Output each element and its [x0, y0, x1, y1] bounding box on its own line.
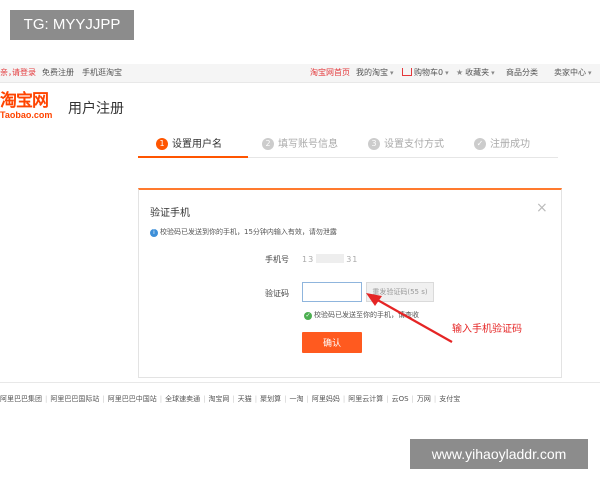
step-label: 注册成功 — [490, 139, 530, 150]
step-payment: 3 设置支付方式 — [368, 134, 444, 156]
step-account-info: 2 填写账号信息 — [262, 134, 338, 156]
cart-icon — [402, 68, 412, 76]
footer-separator: | — [284, 395, 287, 403]
step-set-username: 1 设置用户名 — [156, 134, 222, 156]
annotation-text: 输入手机验证码 — [452, 324, 522, 335]
info-icon: i — [150, 229, 158, 237]
cart-label: 购物车0 — [414, 68, 444, 77]
step-success: ✓ 注册成功 — [474, 134, 530, 156]
footer-separator: | — [411, 395, 414, 403]
footer-separator: | — [159, 395, 163, 403]
chevron-down-icon: ▾ — [491, 69, 495, 77]
categories-link[interactable]: 商品分类 — [506, 64, 538, 82]
login-link[interactable]: 请登录 — [12, 64, 36, 82]
footer-link[interactable]: 全球速卖通 — [165, 395, 200, 403]
chevron-down-icon: ▾ — [390, 69, 394, 77]
step-number: 3 — [368, 138, 380, 150]
watermark-bottom: www.yihaoyladdr.com — [410, 439, 588, 469]
favorites-label: 收藏夹 — [465, 68, 490, 77]
step-label: 设置支付方式 — [384, 139, 444, 150]
check-circle-icon: ✓ — [304, 312, 312, 320]
page-title: 用户注册 — [68, 101, 124, 117]
chevron-down-icon: ▾ — [588, 69, 592, 77]
footer-separator: | — [386, 395, 389, 403]
footer-link[interactable]: 阿里云计算 — [348, 395, 383, 403]
logo-text-cn: 淘宝网 — [0, 91, 49, 111]
close-icon[interactable]: × — [536, 200, 548, 216]
footer-separator: | — [102, 395, 105, 403]
register-link[interactable]: 免费注册 — [42, 64, 74, 82]
footer-link[interactable]: 淘宝网 — [208, 395, 229, 403]
footer-link[interactable]: 天猫 — [238, 395, 252, 403]
seller-center-link[interactable]: 卖家中心 ▾ — [554, 64, 592, 82]
confirm-button[interactable]: 确认 — [302, 332, 362, 353]
footer-separator: | — [342, 395, 346, 403]
taobao-home-link[interactable]: 淘宝网首页 — [310, 64, 350, 82]
step-number: 2 — [262, 138, 274, 150]
footer-link[interactable]: 阿里妈妈 — [312, 395, 340, 403]
footer-links: 阿里巴巴集团 | 阿里巴巴国际站 | 阿里巴巴中国站 | 全球速卖通 | 淘宝网 | 天猫 | 聚划算 |… — [0, 394, 463, 404]
footer-link[interactable]: 支付宝 — [439, 395, 460, 403]
mobile-taobao-link[interactable]: 手机逛淘宝 — [82, 64, 122, 82]
phone-number: 13 31 — [302, 254, 358, 264]
footer-separator: | — [306, 395, 309, 403]
favorites-link[interactable]: ★ 收藏夹 ▾ — [456, 64, 495, 82]
taobao-logo[interactable]: 淘宝网 Taobao.com — [0, 92, 64, 122]
footer-link[interactable]: 阿里巴巴国际站 — [50, 395, 99, 403]
footer-link[interactable]: 阿里巴巴中国站 — [108, 395, 157, 403]
footer-separator: | — [203, 395, 206, 403]
footer-divider — [0, 382, 600, 383]
check-icon: ✓ — [474, 138, 486, 150]
sms-notice: i 校验码已发送到你的手机，15分钟内输入有效，请勿泄露 — [150, 227, 337, 237]
watermark-top: TG: MYYJJPP — [10, 10, 134, 40]
dialog-title: 验证手机 — [150, 208, 190, 219]
phone-number-masked — [316, 254, 345, 263]
footer-separator: | — [232, 395, 235, 403]
my-taobao-label: 我的淘宝 — [356, 68, 388, 77]
logo-text-en: Taobao.com — [0, 110, 53, 120]
phone-number-start: 13 — [302, 255, 315, 264]
footer-link[interactable]: 聚划算 — [260, 395, 281, 403]
step-label: 设置用户名 — [172, 139, 222, 150]
chevron-down-icon: ▾ — [445, 69, 449, 77]
annotation-arrow-icon — [366, 293, 453, 343]
footer-link[interactable]: 阿里巴巴集团 — [0, 395, 42, 403]
footer-link[interactable]: 万网 — [417, 395, 431, 403]
my-taobao-link[interactable]: 我的淘宝 ▾ — [356, 64, 394, 82]
footer-link[interactable]: 云OS — [392, 395, 409, 403]
phone-number-end: 31 — [346, 255, 359, 264]
footer-link[interactable]: 一淘 — [290, 395, 304, 403]
seller-center-label: 卖家中心 — [554, 68, 586, 77]
step-number: 1 — [156, 138, 168, 150]
registration-steps: 1 设置用户名 2 填写账号信息 3 设置支付方式 ✓ 注册成功 — [138, 134, 558, 158]
footer-separator: | — [45, 395, 48, 403]
code-label: 验证码 — [265, 289, 289, 298]
footer-separator: | — [254, 395, 258, 403]
step-label: 填写账号信息 — [278, 139, 338, 150]
star-icon: ★ — [456, 68, 464, 77]
footer-separator: | — [433, 395, 437, 403]
sms-notice-text: 校验码已发送到你的手机，15分钟内输入有效，请勿泄露 — [160, 228, 337, 236]
phone-label: 手机号 — [265, 255, 289, 264]
top-nav-bar: 亲， 请登录 免费注册 手机逛淘宝 淘宝网首页 我的淘宝 ▾ 购物车0 ▾ ★ 收藏夹… — [0, 64, 600, 83]
verification-code-input[interactable] — [302, 282, 362, 302]
cart-link[interactable]: 购物车0 ▾ — [402, 64, 449, 82]
